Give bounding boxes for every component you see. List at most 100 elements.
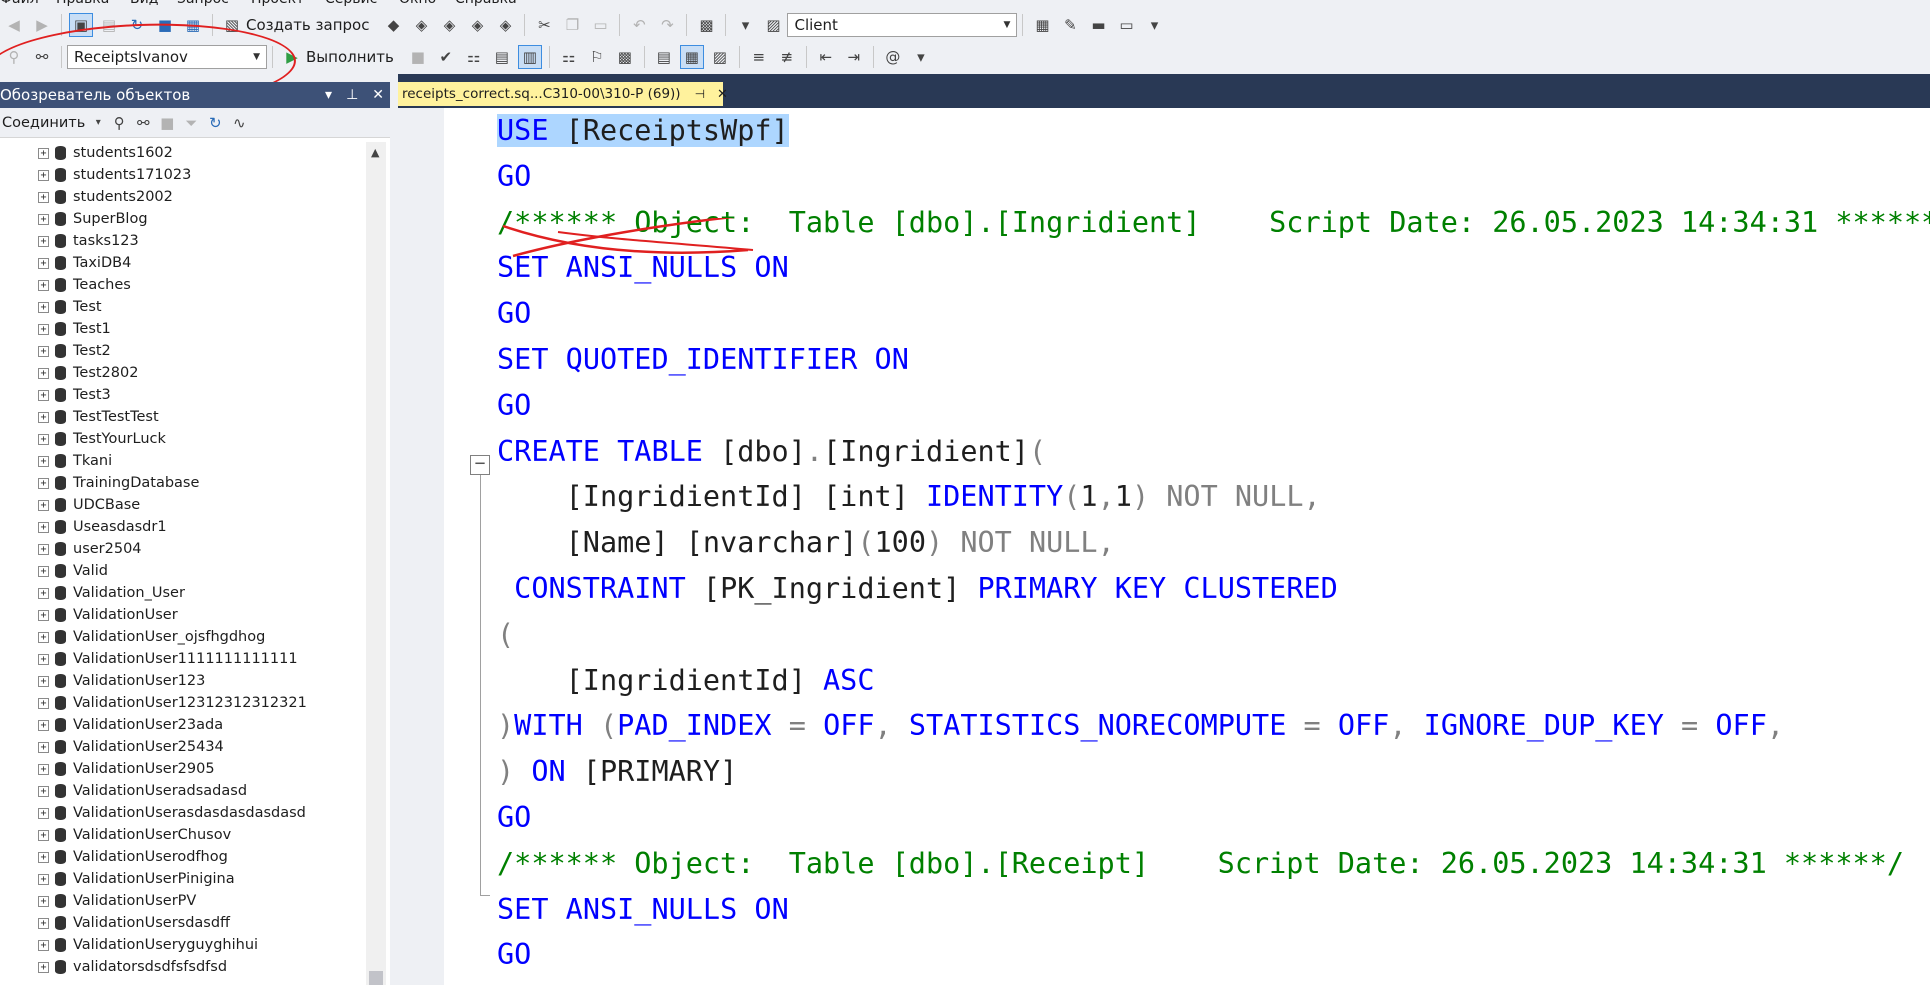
database-node[interactable]: + TrainingDatabase — [0, 472, 366, 494]
database-node[interactable]: + ValidationUser2905 — [0, 758, 366, 780]
disconnect-icon[interactable]: ⚯ — [133, 111, 153, 135]
expand-icon[interactable]: + — [38, 147, 49, 159]
expand-icon[interactable]: + — [38, 411, 49, 423]
new-project-icon[interactable]: ▣ — [69, 13, 93, 37]
database-node[interactable]: + ValidationUser23ada — [0, 714, 366, 736]
database-node[interactable]: + Test2 — [0, 340, 366, 362]
include-plan-icon[interactable]: ⚏ — [557, 45, 581, 69]
menu-item[interactable]: Правка — [56, 0, 109, 7]
expand-icon[interactable]: + — [38, 455, 49, 467]
database-node[interactable]: + ValidationUser12312312312321 — [0, 692, 366, 714]
database-node[interactable]: + Validation_User — [0, 582, 366, 604]
database-node[interactable]: + ValidationUser — [0, 604, 366, 626]
sql-editor[interactable]: − USE [ReceiptsWpf] GO /****** Object: Tab… — [398, 108, 1930, 985]
results-to-text-icon[interactable]: ▤ — [652, 45, 676, 69]
expand-icon[interactable]: + — [38, 653, 49, 665]
code-area[interactable]: USE [ReceiptsWpf] GO /****** Object: Table… — [497, 108, 1930, 985]
connect-icon[interactable]: ⚲ — [109, 111, 129, 135]
database-node[interactable]: + ValidationUserChusov — [0, 824, 366, 846]
undo-icon[interactable]: ↶ — [627, 13, 651, 37]
toolbox-icon[interactable]: ▬ — [1086, 13, 1110, 37]
expand-icon[interactable]: + — [38, 565, 49, 577]
new-query-button[interactable]: Создать запрос — [246, 16, 369, 34]
database-node[interactable]: + Teaches — [0, 274, 366, 296]
activity-icon[interactable]: ∿ — [229, 111, 249, 135]
live-stats-icon[interactable]: ⚐ — [585, 45, 609, 69]
expand-icon[interactable]: + — [38, 873, 49, 885]
database-node[interactable]: + SuperBlog — [0, 208, 366, 230]
back-icon[interactable]: ◀ — [2, 13, 26, 37]
results-to-file-icon[interactable]: ▨ — [708, 45, 732, 69]
tree-scrollbar[interactable]: ▲ — [366, 142, 386, 985]
database-node[interactable]: + user2504 — [0, 538, 366, 560]
pin-icon[interactable]: ⊥ — [346, 87, 358, 103]
database-node[interactable]: + TestYourLuck — [0, 428, 366, 450]
database-node[interactable]: + UDCBase — [0, 494, 366, 516]
menu-item[interactable]: Окно — [399, 0, 436, 7]
new-query-icon[interactable]: ▧ — [220, 13, 244, 37]
database-node[interactable]: + Test — [0, 296, 366, 318]
database-node[interactable]: + ValidationUseryguyghihui — [0, 934, 366, 956]
expand-icon[interactable]: + — [38, 829, 49, 841]
close-icon[interactable]: ✕ — [717, 87, 728, 102]
save-all-icon[interactable]: ▦ — [181, 13, 205, 37]
menu-item[interactable]: Справка — [455, 0, 517, 7]
tab-receipts-correct[interactable]: receipts_correct.sq...C310-00\310-P (69)… — [398, 82, 728, 106]
database-node[interactable]: + ValidationUser_ojsfhgdhog — [0, 626, 366, 648]
estimated-plan-icon[interactable]: ⚏ — [462, 45, 486, 69]
dmx-query-icon[interactable]: ◈ — [437, 13, 461, 37]
database-node[interactable]: + TestTestTest — [0, 406, 366, 428]
expand-icon[interactable]: + — [38, 433, 49, 445]
expand-icon[interactable]: + — [38, 323, 49, 335]
stop-icon[interactable]: ■ — [157, 111, 177, 135]
expand-icon[interactable]: + — [38, 675, 49, 687]
connect-button[interactable]: Соединить — [2, 115, 85, 131]
database-node[interactable]: + ValidationUsersdasdff — [0, 912, 366, 934]
expand-icon[interactable]: + — [38, 169, 49, 181]
database-node[interactable]: + ValidationUserPinigina — [0, 868, 366, 890]
expand-icon[interactable]: + — [38, 367, 49, 379]
expand-icon[interactable]: + — [38, 587, 49, 599]
filter-icon[interactable]: ⏷ — [181, 111, 201, 135]
database-node[interactable]: + Valid — [0, 560, 366, 582]
execute-icon[interactable]: ▶ — [280, 45, 304, 69]
expand-icon[interactable]: + — [38, 609, 49, 621]
cut-icon[interactable]: ✂ — [532, 13, 556, 37]
save-icon[interactable]: ■ — [153, 13, 177, 37]
mdx-query-icon[interactable]: ◈ — [409, 13, 433, 37]
cancel-query-icon[interactable]: ■ — [406, 45, 430, 69]
available-databases-select[interactable]: ReceiptsIvanov ▼ — [67, 45, 267, 69]
solution-config-icon[interactable]: ▨ — [761, 13, 785, 37]
menu-item[interactable]: Проект — [251, 0, 304, 7]
expand-icon[interactable]: + — [38, 851, 49, 863]
expand-icon[interactable]: + — [38, 719, 49, 731]
database-node[interactable]: + ValidationUser25434 — [0, 736, 366, 758]
dropdown-icon[interactable]: ▾ — [733, 13, 757, 37]
database-node[interactable]: + validatorsdsdfsfsdfsd — [0, 956, 366, 978]
results-grid-icon[interactable]: ▦ — [679, 45, 704, 69]
menu-item[interactable]: Файл — [0, 0, 39, 7]
collapse-icon[interactable]: − — [470, 455, 490, 475]
database-node[interactable]: + students1602 — [0, 142, 366, 164]
expand-icon[interactable]: + — [38, 477, 49, 489]
expand-icon[interactable]: + — [38, 631, 49, 643]
expand-icon[interactable]: + — [38, 191, 49, 203]
database-node[interactable]: + Tkani — [0, 450, 366, 472]
database-query-icon[interactable]: ◆ — [381, 13, 405, 37]
comment-out-icon[interactable]: ≡ — [747, 45, 771, 69]
results-to-grid-icon[interactable]: ▥ — [517, 45, 542, 69]
database-node[interactable]: + ValidationUserPV — [0, 890, 366, 912]
expand-icon[interactable]: + — [38, 301, 49, 313]
toolbar-overflow-icon[interactable]: ▾ — [1142, 13, 1166, 37]
menu-item[interactable]: Запрос — [177, 0, 229, 7]
query-designer-icon[interactable]: ▤ — [490, 45, 514, 69]
dax-query-icon[interactable]: ◈ — [493, 13, 517, 37]
properties-icon[interactable]: ▦ — [1030, 13, 1054, 37]
uncomment-icon[interactable]: ≢ — [775, 45, 799, 69]
database-node[interactable]: + tasks123 — [0, 230, 366, 252]
database-node[interactable]: + ValidationUserodfhog — [0, 846, 366, 868]
expand-icon[interactable]: + — [38, 939, 49, 951]
open-icon[interactable]: ▤ — [97, 13, 121, 37]
open-file-icon[interactable]: ↻ — [125, 13, 149, 37]
database-node[interactable]: + students171023 — [0, 164, 366, 186]
